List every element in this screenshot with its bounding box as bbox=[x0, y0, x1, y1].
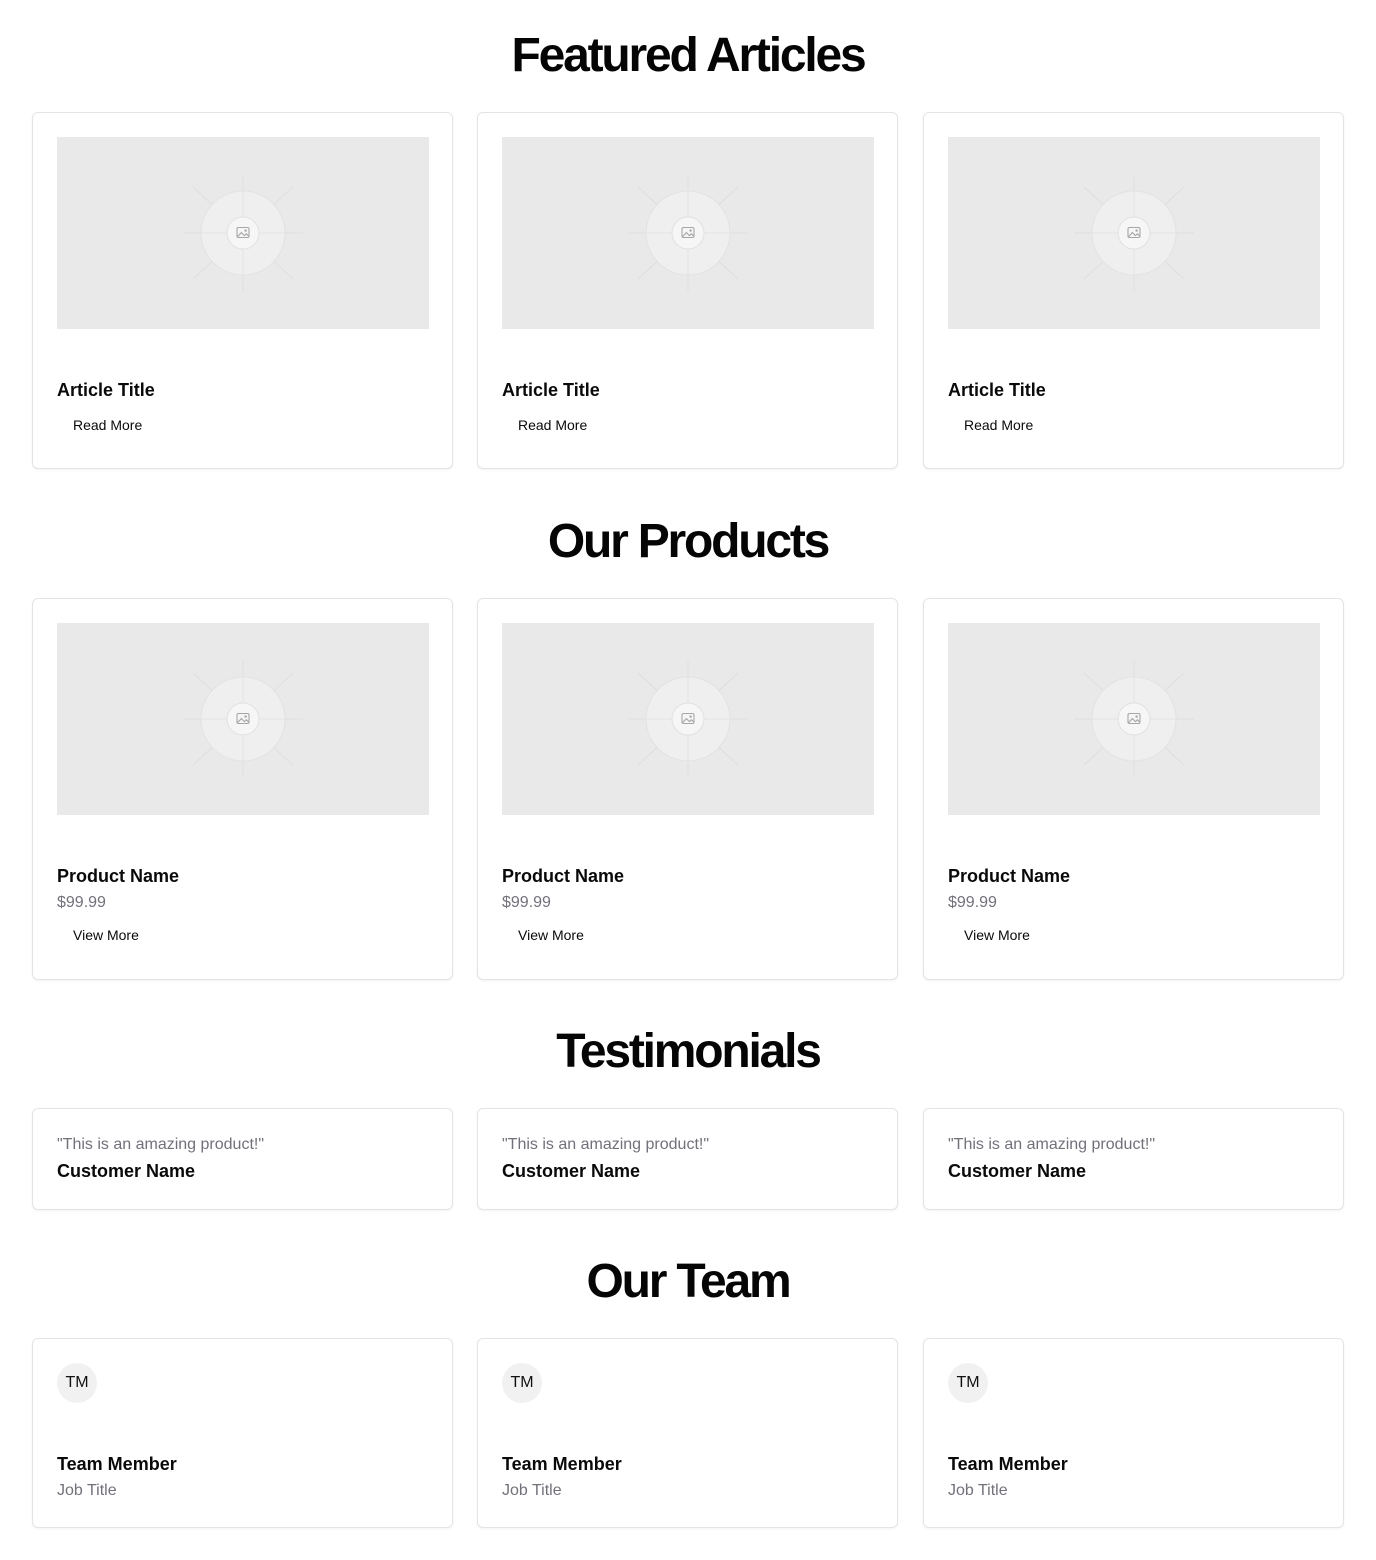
team-member-name: Team Member bbox=[502, 1454, 622, 1474]
testimonial-card: "This is an amazing product!" Customer N… bbox=[923, 1108, 1344, 1210]
customer-name: Customer Name bbox=[57, 1161, 196, 1181]
view-more-button[interactable]: View More bbox=[502, 917, 600, 953]
product-price: $99.99 bbox=[948, 894, 997, 911]
image-icon bbox=[1074, 661, 1194, 777]
testimonial-card: "This is an amazing product!" Customer N… bbox=[32, 1108, 453, 1210]
image-icon bbox=[1074, 175, 1194, 291]
article-image-placeholder bbox=[948, 137, 1320, 329]
job-title: Job Title bbox=[948, 1482, 1008, 1499]
avatar: TM bbox=[948, 1363, 988, 1403]
product-card: Product Name $99.99 View More bbox=[32, 598, 453, 980]
customer-name: Customer Name bbox=[948, 1161, 1087, 1181]
team-card: TM Team Member Job Title bbox=[923, 1338, 1344, 1528]
job-title: Job Title bbox=[57, 1482, 117, 1499]
product-name: Product Name bbox=[948, 866, 1071, 886]
testimonial-quote: "This is an amazing product!" bbox=[502, 1136, 710, 1153]
product-price: $99.99 bbox=[57, 894, 106, 911]
article-title: Article Title bbox=[948, 380, 1046, 400]
view-more-button[interactable]: View More bbox=[57, 917, 155, 953]
image-icon bbox=[628, 661, 748, 777]
avatar: TM bbox=[502, 1363, 542, 1403]
article-card: Article Title Read More bbox=[32, 112, 453, 469]
testimonial-quote: "This is an amazing product!" bbox=[948, 1136, 1156, 1153]
testimonial-card: "This is an amazing product!" Customer N… bbox=[477, 1108, 898, 1210]
product-image-placeholder bbox=[948, 623, 1320, 815]
product-card: Product Name $99.99 View More bbox=[923, 598, 1344, 980]
team-member-name: Team Member bbox=[57, 1454, 177, 1474]
read-more-button[interactable]: Read More bbox=[502, 407, 603, 443]
job-title: Job Title bbox=[502, 1482, 562, 1499]
product-card: Product Name $99.99 View More bbox=[477, 598, 898, 980]
article-title: Article Title bbox=[57, 380, 155, 400]
avatar: TM bbox=[57, 1363, 97, 1403]
product-name: Product Name bbox=[57, 866, 180, 886]
product-price: $99.99 bbox=[502, 894, 551, 911]
article-title: Article Title bbox=[502, 380, 600, 400]
article-image-placeholder bbox=[57, 137, 429, 329]
read-more-button[interactable]: Read More bbox=[948, 407, 1049, 443]
article-card: Article Title Read More bbox=[923, 112, 1344, 469]
featured-articles-heading: Featured Articles bbox=[511, 29, 867, 82]
testimonials-heading: Testimonials bbox=[556, 1025, 822, 1078]
customer-name: Customer Name bbox=[502, 1161, 641, 1181]
read-more-button[interactable]: Read More bbox=[57, 407, 158, 443]
our-team-heading: Our Team bbox=[586, 1255, 792, 1308]
team-member-name: Team Member bbox=[948, 1454, 1068, 1474]
image-icon bbox=[183, 175, 303, 291]
our-products-heading: Our Products bbox=[547, 515, 831, 568]
product-image-placeholder bbox=[502, 623, 874, 815]
image-icon bbox=[183, 661, 303, 777]
testimonial-quote: "This is an amazing product!" bbox=[57, 1136, 265, 1153]
article-card: Article Title Read More bbox=[477, 112, 898, 469]
product-image-placeholder bbox=[57, 623, 429, 815]
product-name: Product Name bbox=[502, 866, 625, 886]
view-more-button[interactable]: View More bbox=[948, 917, 1046, 953]
image-icon bbox=[628, 175, 748, 291]
team-card: TM Team Member Job Title bbox=[477, 1338, 898, 1528]
team-card: TM Team Member Job Title bbox=[32, 1338, 453, 1528]
article-image-placeholder bbox=[502, 137, 874, 329]
